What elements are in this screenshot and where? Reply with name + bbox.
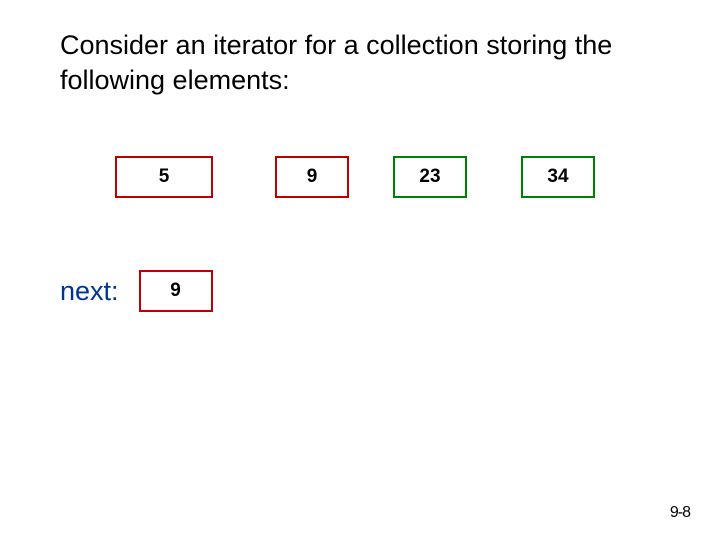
- element-box-3: 34: [521, 156, 595, 198]
- slide-heading: Consider an iterator for a collection st…: [60, 28, 660, 98]
- element-box-2: 23: [393, 156, 467, 198]
- next-row: next: 9: [60, 270, 213, 312]
- element-box-1: 9: [275, 156, 349, 198]
- element-box-0: 5: [115, 156, 213, 198]
- page-number: 9-8: [670, 504, 690, 522]
- next-value-box: 9: [139, 270, 213, 312]
- next-label: next:: [60, 276, 119, 307]
- elements-row: 5 9 23 34: [115, 156, 595, 198]
